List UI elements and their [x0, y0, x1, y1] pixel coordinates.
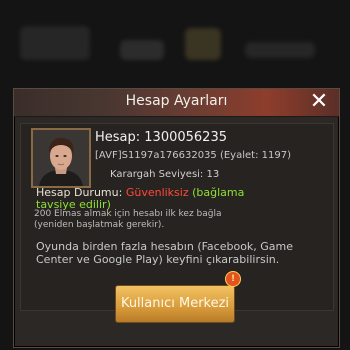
close-button[interactable]: ✕: [307, 91, 331, 113]
avatar[interactable]: [31, 128, 91, 188]
account-status-value: Güvenliksiz: [125, 186, 189, 199]
alliance-player-info: [AVF]S1197a176632035 (Eyalet: 1197): [95, 150, 291, 161]
dialog-header: Hesap Ayarları ✕: [14, 89, 339, 117]
account-id: Hesap: 1300056235: [95, 130, 227, 145]
dialog-title: Hesap Ayarları: [125, 93, 228, 109]
reward-info-line-1: 200 Elmas almak için hesabı ilk kez bağl…: [34, 209, 222, 219]
background-element: [245, 42, 315, 58]
close-icon: ✕: [309, 89, 329, 114]
background-element: [185, 28, 221, 60]
background-blurred-ui: [0, 0, 350, 90]
hq-level: Karargah Seviyesi: 13: [110, 169, 220, 180]
multi-account-info-line-1: Oyunda birden fazla hesabın (Facebook, G…: [36, 240, 294, 253]
avatar-portrait-image: [33, 130, 89, 186]
multi-account-info-line-2: Center ve Google Play) keyfini çıkarabil…: [36, 253, 280, 266]
background-element: [20, 26, 90, 60]
notification-badge-icon: !: [225, 271, 241, 287]
reward-info-line-2: (yeniden başlatmak gerekir).: [34, 220, 165, 230]
user-center-button[interactable]: Kullanıcı Merkezi: [115, 285, 235, 323]
account-settings-dialog: Hesap Ayarları ✕ Hesap: 1300056235 [AVF]…: [13, 88, 340, 348]
binding-recommendation: (bağlama: [188, 186, 245, 199]
background-element: [120, 40, 164, 60]
